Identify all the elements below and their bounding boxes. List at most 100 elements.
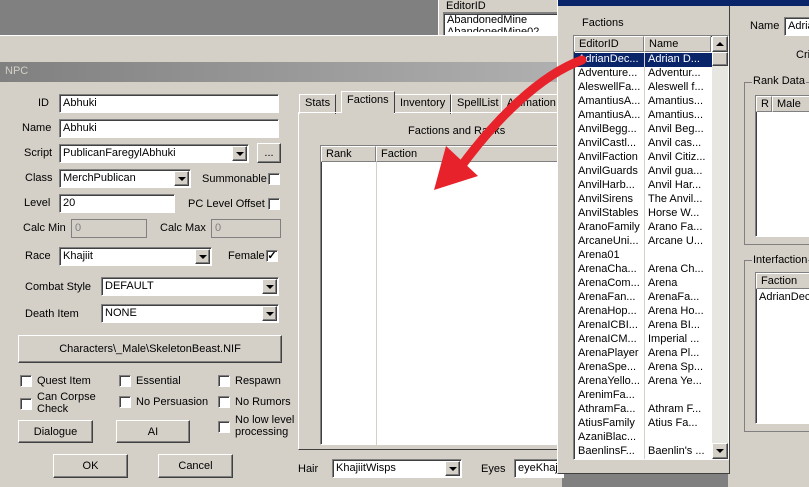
summonable-checkbox[interactable] (268, 173, 280, 185)
factions-list[interactable]: EditorID Name AdrianDec... Adrian D... Adv… (573, 35, 729, 460)
scroll-up-button[interactable] (712, 36, 728, 52)
id-field[interactable]: Abhuki (59, 94, 279, 113)
list-item[interactable]: AzaniBlac... (574, 431, 712, 445)
dialogue-button[interactable]: Dialogue (18, 420, 93, 443)
model-button[interactable]: Characters\_Male\SkeletonBeast.NIF (18, 335, 282, 363)
list-item[interactable]: AthramFa... Athram F... (574, 403, 712, 417)
quest-item-checkbox[interactable] (20, 375, 32, 387)
editor-list-header[interactable]: EditorID (443, 0, 561, 13)
female-label: Female (228, 250, 265, 262)
summonable-label: Summonable (202, 173, 267, 185)
no-rumors-checkbox[interactable] (218, 396, 230, 408)
ok-button[interactable]: OK (53, 454, 128, 478)
list-item[interactable]: ArenaCha... Arena Ch... (574, 263, 712, 277)
editor-list-window: EditorID AbandonedMine AbandonedMine02 (438, 0, 563, 40)
col-inter-faction[interactable]: Faction (756, 273, 809, 289)
female-checkbox[interactable]: ✓ (266, 250, 278, 262)
list-item[interactable]: ArcaneUni... Arcane U... (574, 235, 712, 249)
tab-stats[interactable]: Stats (299, 94, 337, 114)
scrollbar[interactable] (712, 36, 728, 459)
pc-offset-checkbox[interactable] (268, 198, 280, 210)
list-item[interactable]: ArenaICBI... Arena BI... (574, 319, 712, 333)
list-item[interactable]: AnvilFaction Anvil Citiz... (574, 151, 712, 165)
list-item[interactable]: AbandonedMine02 (447, 26, 560, 32)
script-value: PublicanFaregylAbhuki (63, 147, 176, 159)
col-name[interactable]: Name (644, 36, 711, 52)
chevron-down-icon[interactable] (445, 461, 460, 476)
list-item[interactable]: AnvilCastl... Anvil cas... (574, 137, 712, 151)
scroll-thumb[interactable] (712, 52, 728, 66)
list-item[interactable]: ArenaYello... Arena Ye... (574, 375, 712, 389)
combat-style-select[interactable]: DEFAULT (101, 277, 279, 296)
respawn-checkbox[interactable] (218, 375, 230, 387)
column-divider (644, 53, 645, 67)
list-item[interactable]: ArenaPlayer Arena Pl... (574, 347, 712, 361)
race-select[interactable]: Khajiit (59, 247, 212, 266)
essential-checkbox[interactable] (119, 375, 131, 387)
corpse-check-checkbox[interactable] (20, 398, 32, 410)
interfaction-table[interactable]: Faction AdrianDec (755, 272, 809, 424)
no-low-level-checkbox[interactable] (218, 421, 230, 433)
column-divider (644, 193, 645, 207)
list-item[interactable]: AnvilStables Horse W... (574, 207, 712, 221)
calc-min-field[interactable]: 0 (71, 219, 147, 238)
faction-name: Anvil Har... (648, 179, 702, 191)
list-item[interactable]: BaenlinsF... Baenlin's ... (574, 445, 712, 459)
chevron-down-icon[interactable] (174, 171, 189, 186)
list-item[interactable]: AmantiusA... Amantius... (574, 95, 712, 109)
column-divider (644, 95, 645, 109)
race-label: Race (25, 250, 51, 262)
list-item[interactable]: AnvilSirens The Anvil... (574, 193, 712, 207)
calc-max-field[interactable]: 0 (211, 219, 281, 238)
hair-select[interactable]: KhajiitWisps (332, 459, 462, 478)
list-item[interactable]: ArenaSpe... Arena Sp... (574, 361, 712, 375)
chevron-down-icon[interactable] (262, 306, 277, 321)
col-rank[interactable]: Rank (321, 146, 376, 162)
chevron-down-icon[interactable] (262, 279, 277, 294)
faction-editorid: ArenaYello... (578, 375, 640, 387)
list-item[interactable]: AnvilHarb... Anvil Har... (574, 179, 712, 193)
col-male[interactable]: Male (772, 96, 809, 112)
no-persuasion-checkbox[interactable] (119, 396, 131, 408)
class-select[interactable]: MerchPublican (59, 169, 191, 188)
list-item[interactable]: AranoFamily Arano Fa... (574, 221, 712, 235)
list-item[interactable]: AleswellFa... Aleswell f... (574, 81, 712, 95)
list-item[interactable]: AmantiusA... Amantius... (574, 109, 712, 123)
table-row[interactable]: AdrianDec (759, 291, 809, 303)
script-browse-button[interactable]: ... (257, 143, 281, 163)
name-field[interactable]: Abhuki (59, 119, 279, 138)
list-item[interactable]: AbandonedMine (447, 14, 560, 26)
tab-factions[interactable]: Factions (341, 91, 395, 113)
list-item[interactable]: AdrianDec... Adrian D... (574, 53, 712, 67)
faction-name: Aleswell f... (648, 81, 704, 93)
faction-name: Athram F... (648, 403, 702, 415)
rank-table[interactable]: R Male (755, 95, 809, 237)
chevron-down-icon[interactable] (232, 146, 247, 161)
right-name-field[interactable]: Adria (784, 17, 809, 36)
col-r[interactable]: R (756, 96, 772, 112)
list-item[interactable]: AnvilGuards Anvil gua... (574, 165, 712, 179)
column-divider (644, 207, 645, 221)
script-select[interactable]: PublicanFaregylAbhuki (59, 144, 249, 163)
list-item[interactable]: Arena01 (574, 249, 712, 263)
scroll-down-button[interactable] (712, 443, 728, 459)
level-field[interactable]: 20 (59, 194, 175, 213)
list-item[interactable]: ArenimFa... (574, 389, 712, 403)
faction-editorid: ArenaPlayer (578, 347, 639, 359)
list-item[interactable]: ArenaCom... Arena (574, 277, 712, 291)
cancel-button[interactable]: Cancel (158, 454, 233, 478)
faction-editorid: ArenimFa... (578, 389, 635, 401)
faction-name: Arena Ho... (648, 305, 704, 317)
list-item[interactable]: ArenaFan... ArenaFa... (574, 291, 712, 305)
list-item[interactable]: AnvilBegg... Anvil Beg... (574, 123, 712, 137)
ai-button[interactable]: AI (116, 420, 190, 443)
list-item[interactable]: ArenaHop... Arena Ho... (574, 305, 712, 319)
death-item-select[interactable]: NONE (101, 304, 279, 323)
faction-name: Anvil Citiz... (648, 151, 706, 163)
chevron-down-icon[interactable] (195, 249, 210, 264)
rank-data-label: Rank Data (752, 75, 806, 87)
list-item[interactable]: Adventure... Adventur... (574, 67, 712, 81)
list-item[interactable]: AtiusFamily Atius Fa... (574, 417, 712, 431)
faction-edit-window: Name Adria Cri Rank Data R Male Interfac… (728, 0, 809, 487)
list-item[interactable]: ArenaICM... Imperial ... (574, 333, 712, 347)
